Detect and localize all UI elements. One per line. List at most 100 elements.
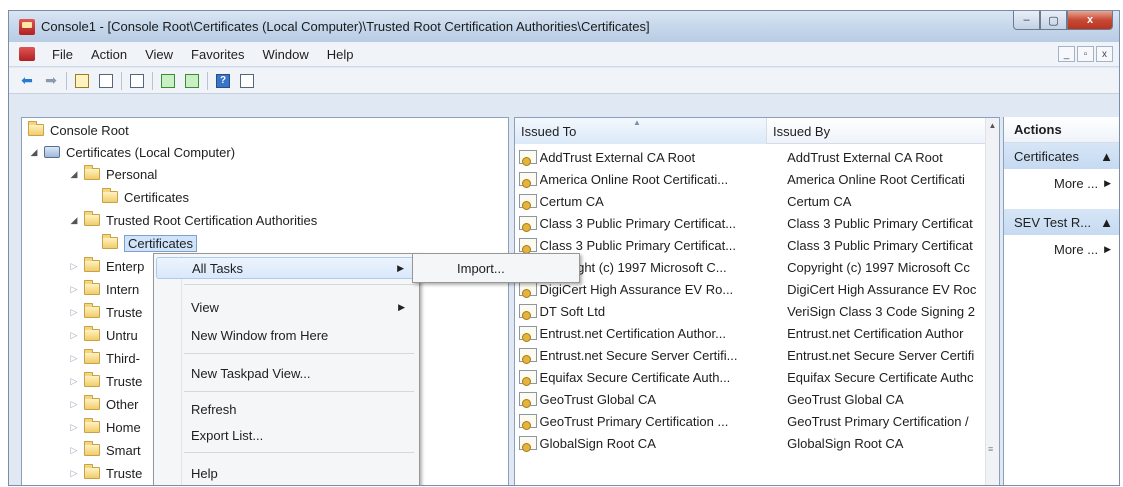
collapsed-triangle-icon[interactable]: ▷ [68, 376, 80, 387]
table-row[interactable]: Equifax Secure Certificate Auth... Equifa… [515, 366, 987, 388]
menu-window[interactable]: Window [254, 47, 318, 62]
show-hide-tree-icon[interactable] [96, 71, 116, 91]
menu-action[interactable]: Action [82, 47, 136, 62]
tree-item-certificates-local-computer[interactable]: ◢ Certificates (Local Computer) [28, 141, 236, 163]
menu-help[interactable]: Help [318, 47, 363, 62]
tree-item-untrusted[interactable]: ▷ Untru [68, 324, 138, 346]
title-bar[interactable]: Console1 - [Console Root\Certificates (L… [9, 11, 1119, 42]
submenu-arrow-icon: ▶ [1104, 243, 1111, 254]
expanded-triangle-icon[interactable]: ◢ [28, 147, 40, 158]
table-row[interactable]: Copyright (c) 1997 Microsoft C... Copyrig… [515, 256, 987, 278]
table-row[interactable]: GlobalSign Root CA GlobalSign Root CA [515, 432, 987, 454]
table-row[interactable]: Class 3 Public Primary Certificat... Clas… [515, 212, 987, 234]
certificate-icon [519, 216, 537, 232]
collapse-up-icon[interactable]: ▲ [1100, 149, 1113, 164]
tree-item-label: Intern [106, 281, 140, 297]
back-arrow-icon[interactable]: ⬅ [17, 71, 37, 91]
tree-item-intermediate[interactable]: ▷ Intern [68, 278, 139, 300]
collapsed-triangle-icon[interactable]: ▷ [68, 284, 80, 295]
menu-item-new-window[interactable]: New Window from Here [156, 324, 417, 346]
menu-item-help[interactable]: Help [156, 462, 417, 484]
actions-section-title: SEV Test R... [1014, 214, 1092, 230]
tree-item-third-party[interactable]: ▷ Third- [68, 347, 140, 369]
table-row[interactable]: Certum CA Certum CA [515, 190, 987, 212]
column-header-issued-to[interactable]: ▲ Issued To [515, 118, 767, 144]
menu-favorites[interactable]: Favorites [182, 47, 253, 62]
menu-item-import[interactable]: Import... [415, 257, 577, 279]
column-header-issued-by[interactable]: Issued By [767, 118, 987, 144]
tree-item-smart-card[interactable]: ▷ Smart [68, 439, 141, 461]
table-row[interactable]: Entrust.net Certification Author... Entru… [515, 322, 987, 344]
expanded-triangle-icon[interactable]: ◢ [68, 169, 80, 180]
tree-item-trusted-devices[interactable]: ▷ Truste [68, 462, 142, 484]
tree-item-personal-certificates[interactable]: Certificates [102, 186, 189, 208]
tree-item-enterprise-trust[interactable]: ▷ Enterp [68, 255, 144, 277]
collapsed-triangle-icon[interactable]: ▷ [68, 422, 80, 433]
menu-item-refresh[interactable]: Refresh [156, 398, 417, 420]
table-row[interactable]: AddTrust External CA Root AddTrust Extern… [515, 146, 987, 168]
actions-more-certificates[interactable]: More ... ▶ [1004, 169, 1119, 197]
tree-item-trusted-publishers[interactable]: ▷ Truste [68, 301, 142, 323]
new-window-icon[interactable] [127, 71, 147, 91]
table-row[interactable]: GeoTrust Global CA GeoTrust Global CA [515, 388, 987, 410]
properties-icon[interactable] [237, 71, 257, 91]
table-row[interactable]: GeoTrust Primary Certification ... GeoTru… [515, 410, 987, 432]
table-row[interactable]: Entrust.net Secure Server Certifi... Entr… [515, 344, 987, 366]
menu-item-label: New Taskpad View... [191, 365, 311, 381]
mdi-close-button[interactable]: x [1096, 46, 1113, 62]
tree-item-label: Certificates [124, 189, 190, 205]
menu-item-new-taskpad[interactable]: New Taskpad View... [156, 362, 417, 384]
actions-section-certificates[interactable]: Certificates ▲ [1004, 143, 1119, 169]
console-menu-icon[interactable] [19, 47, 35, 61]
menu-file[interactable]: File [43, 47, 82, 62]
collapsed-triangle-icon[interactable]: ▷ [68, 307, 80, 318]
forward-arrow-icon[interactable]: ➡ [41, 71, 61, 91]
menu-item-view[interactable]: View ▶ [156, 296, 417, 318]
tree-item-trusted-people[interactable]: ▷ Truste [68, 370, 142, 392]
up-folder-icon[interactable] [72, 71, 92, 91]
table-row[interactable]: America Online Root Certificati... Americ… [515, 168, 987, 190]
list-vertical-scrollbar[interactable]: ▲ ≡ [985, 118, 999, 485]
folder-icon [84, 464, 100, 479]
table-row[interactable]: DigiCert High Assurance EV Ro... DigiCert… [515, 278, 987, 300]
collapsed-triangle-icon[interactable]: ▷ [68, 445, 80, 456]
tree-item-console-root[interactable]: Console Root [28, 119, 129, 141]
cell-issued-by: Entrust.net Certification Author [787, 325, 964, 341]
tree-item-trusted-root[interactable]: ◢ Trusted Root Certification Authorities [68, 209, 317, 231]
collapse-up-icon[interactable]: ▲ [1100, 215, 1113, 230]
tree-item-other[interactable]: ▷ Other [68, 393, 139, 415]
collapsed-triangle-icon[interactable]: ▷ [68, 330, 80, 341]
mdi-minimize-button[interactable]: _ [1058, 46, 1075, 62]
menu-separator [184, 391, 414, 392]
mdi-buttons: _ ▫ x [1058, 46, 1113, 62]
table-row[interactable]: DT Soft Ltd VeriSign Class 3 Code Signing… [515, 300, 987, 322]
menu-item-all-tasks[interactable]: All Tasks ▶ [156, 257, 417, 279]
menu-item-export-list[interactable]: Export List... [156, 424, 417, 446]
collapsed-triangle-icon[interactable]: ▷ [68, 353, 80, 364]
menu-separator [184, 284, 414, 285]
export-list-icon[interactable] [182, 71, 202, 91]
tree-item-personal[interactable]: ◢ Personal [68, 163, 157, 185]
collapsed-triangle-icon[interactable]: ▷ [68, 468, 80, 479]
maximize-button[interactable]: ▢ [1040, 11, 1067, 30]
collapsed-triangle-icon[interactable]: ▷ [68, 399, 80, 410]
menu-view[interactable]: View [136, 47, 182, 62]
tree-item-trusted-root-certificates[interactable]: Certificates [102, 232, 198, 254]
table-row[interactable]: Class 3 Public Primary Certificat... Clas… [515, 234, 987, 256]
minimize-button[interactable]: – [1013, 11, 1040, 30]
mdi-restore-button[interactable]: ▫ [1077, 46, 1094, 62]
certificate-icon [519, 436, 537, 452]
certificate-list-pane[interactable]: ▲ Issued To Issued By AddTrust External … [514, 117, 1000, 485]
help-icon[interactable]: ? [213, 71, 233, 91]
collapsed-triangle-icon[interactable]: ▷ [68, 261, 80, 272]
scroll-up-arrow-icon[interactable]: ▲ [986, 118, 999, 134]
scroll-thumb-grip[interactable]: ≡ [988, 445, 997, 454]
refresh-icon[interactable] [158, 71, 178, 91]
tree-item-homegroup[interactable]: ▷ Home [68, 416, 141, 438]
certificate-icon [519, 370, 537, 386]
expanded-triangle-icon[interactable]: ◢ [68, 215, 80, 226]
actions-more-selected[interactable]: More ... ▶ [1004, 235, 1119, 263]
folder-icon [84, 395, 100, 410]
close-button[interactable]: x [1067, 11, 1113, 30]
actions-section-selected[interactable]: SEV Test R... ▲ [1004, 209, 1119, 235]
